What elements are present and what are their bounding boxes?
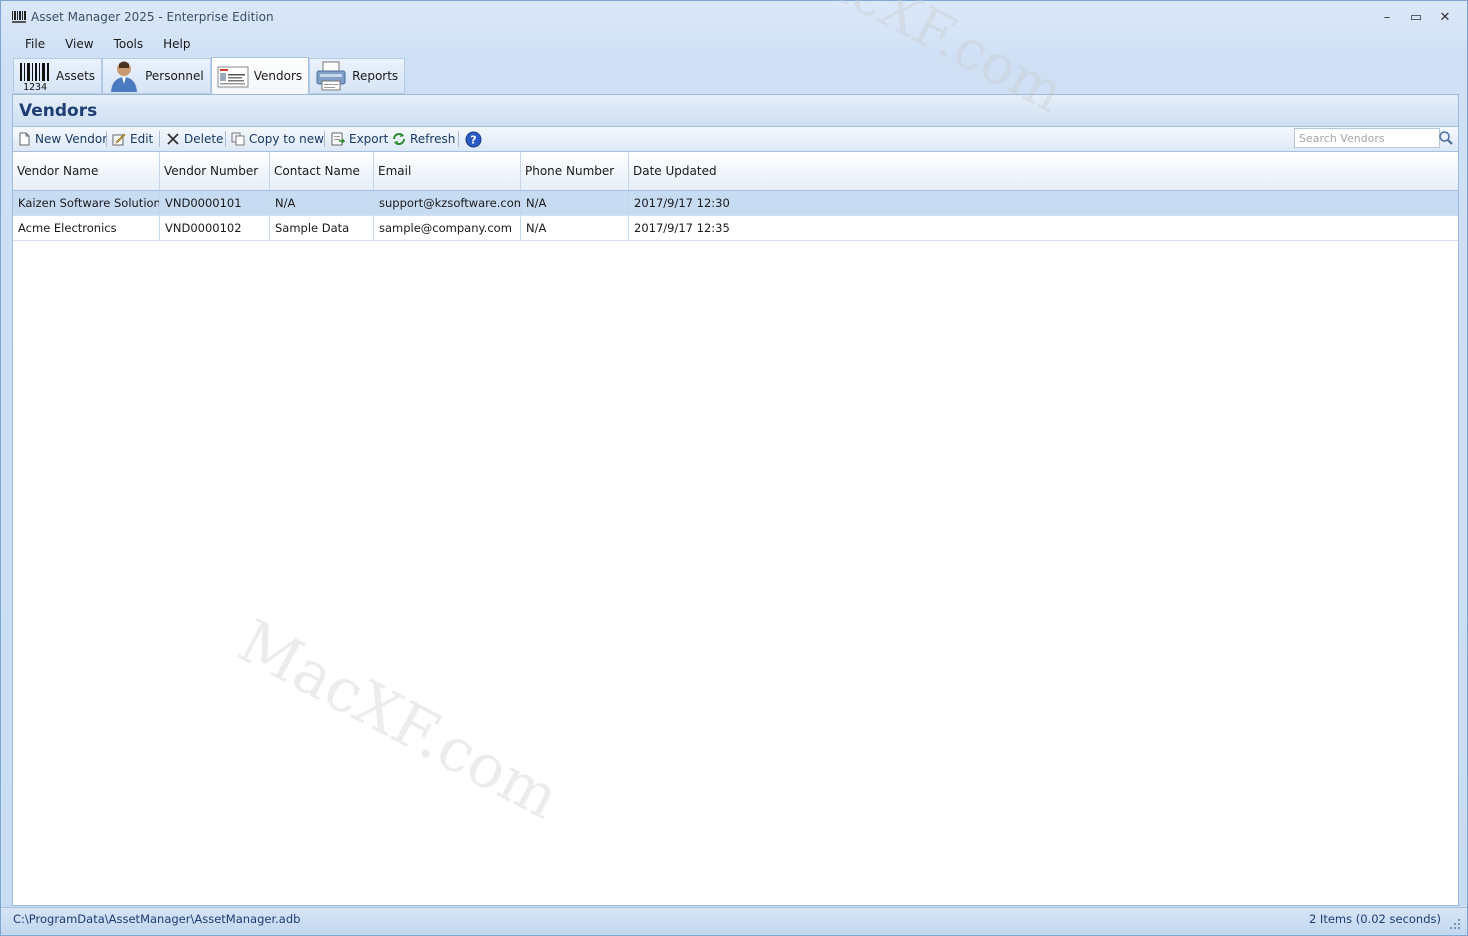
toolbar-divider xyxy=(159,131,160,147)
copy-icon xyxy=(231,132,245,146)
item-count: 2 Items (0.02 seconds) xyxy=(1308,912,1441,926)
cell-vendor-name: Acme Electronics xyxy=(13,216,160,240)
help-icon: ? xyxy=(465,131,482,147)
edit-label: Edit xyxy=(130,132,154,146)
cell-phone-number: N/A xyxy=(521,216,629,240)
column-header-phone-number[interactable]: Phone Number xyxy=(521,152,629,190)
column-header-vendor-name[interactable]: Vendor Name xyxy=(13,152,160,190)
panel-header: Vendors xyxy=(13,95,1458,127)
maximize-button[interactable]: ▭ xyxy=(1402,7,1430,29)
status-bar: C:\ProgramData\AssetManager\AssetManager… xyxy=(1,907,1467,934)
tab-reports[interactable]: Reports xyxy=(309,58,406,94)
barcode-app-icon xyxy=(12,11,26,23)
menu-file[interactable]: File xyxy=(15,35,55,55)
menu-bar: File View Tools Help xyxy=(15,35,201,55)
cell-vendor-number: VND0000102 xyxy=(160,216,270,240)
new-vendor-button[interactable]: New Vendor xyxy=(17,130,107,148)
cell-vendor-number: VND0000101 xyxy=(160,191,270,215)
cell-contact-name: N/A xyxy=(270,191,374,215)
menu-tools[interactable]: Tools xyxy=(104,35,154,55)
refresh-icon xyxy=(393,133,405,145)
refresh-label: Refresh xyxy=(410,132,456,146)
toolbar-divider xyxy=(324,131,325,147)
printer-icon xyxy=(316,61,346,91)
column-header-date-updated[interactable]: Date Updated xyxy=(629,152,1458,190)
tab-reports-label: Reports xyxy=(352,69,399,83)
close-button[interactable]: ✕ xyxy=(1431,7,1459,29)
table-row[interactable]: Kaizen Software Solutions VND0000101 N/A… xyxy=(13,191,1458,216)
toolbar-divider xyxy=(458,131,459,147)
tab-assets-label: Assets xyxy=(56,69,96,83)
tab-personnel-label: Personnel xyxy=(145,69,204,83)
column-header-vendor-number[interactable]: Vendor Number xyxy=(160,152,270,190)
table-row[interactable]: Acme Electronics VND0000102 Sample Data … xyxy=(13,216,1458,241)
cell-vendor-name: Kaizen Software Solutions xyxy=(13,191,160,215)
menu-view[interactable]: View xyxy=(55,35,103,55)
search-icon[interactable] xyxy=(1438,130,1454,146)
menu-help[interactable]: Help xyxy=(153,35,200,55)
vendor-card-icon xyxy=(217,66,249,88)
copy-to-new-label: Copy to new xyxy=(249,132,324,146)
tab-assets[interactable]: 1234 Assets xyxy=(13,58,103,94)
tab-vendors-label: Vendors xyxy=(253,69,303,83)
page-title: Vendors xyxy=(19,101,98,121)
vendors-panel: Vendors New Vendor Edit Delete Copy to n… xyxy=(12,94,1459,906)
tab-personnel[interactable]: Personnel xyxy=(102,58,211,94)
cell-date-updated: 2017/9/17 12:35 xyxy=(634,221,730,235)
new-vendor-label: New Vendor xyxy=(35,132,108,146)
delete-label: Delete xyxy=(184,132,224,146)
minimize-button[interactable]: – xyxy=(1373,7,1401,29)
search-vendors-input[interactable] xyxy=(1294,128,1440,148)
cell-email: support@kzsoftware.com xyxy=(374,191,521,215)
module-tabs: 1234 Assets Personnel Vendors Reports xyxy=(13,57,406,95)
help-button[interactable]: ? xyxy=(465,130,486,148)
column-header-email[interactable]: Email xyxy=(374,152,521,190)
watermark: MacXF.com xyxy=(227,606,571,834)
help-glyph: ? xyxy=(470,133,476,146)
delete-button[interactable]: Delete xyxy=(166,130,223,148)
barcode-icon: 1234 xyxy=(20,63,49,92)
barcode-number: 1234 xyxy=(23,82,47,92)
edit-icon xyxy=(112,133,126,146)
cell-contact-name: Sample Data xyxy=(270,216,374,240)
cell-date-updated: 2017/9/17 12:30 xyxy=(634,196,730,210)
person-icon xyxy=(111,61,138,92)
new-document-icon xyxy=(19,132,30,146)
table-header: Vendor Name Vendor Number Contact Name E… xyxy=(13,152,1458,191)
cell-phone-number: N/A xyxy=(521,191,629,215)
vendors-table: Vendor Name Vendor Number Contact Name E… xyxy=(13,152,1458,241)
database-path: C:\ProgramData\AssetManager\AssetManager… xyxy=(13,912,301,926)
resize-grip-icon[interactable] xyxy=(1449,918,1461,930)
column-header-contact-name[interactable]: Contact Name xyxy=(270,152,374,190)
window-title: Asset Manager 2025 - Enterprise Edition xyxy=(31,10,274,24)
toolbar-divider xyxy=(106,131,107,147)
title-bar[interactable]: Asset Manager 2025 - Enterprise Edition … xyxy=(1,1,1467,33)
edit-button[interactable]: Edit xyxy=(112,130,153,148)
export-icon xyxy=(331,132,345,146)
toolbar-divider xyxy=(225,131,226,147)
export-button[interactable]: Export xyxy=(331,130,388,148)
export-label: Export xyxy=(349,132,389,146)
toolbar: New Vendor Edit Delete Copy to new Expor… xyxy=(13,127,1458,152)
cell-email: sample@company.com xyxy=(374,216,521,240)
refresh-button[interactable]: Refresh xyxy=(392,130,455,148)
app-window: Asset Manager 2025 - Enterprise Edition … xyxy=(0,0,1468,936)
copy-to-new-button[interactable]: Copy to new xyxy=(231,130,324,148)
delete-x-icon xyxy=(167,133,179,145)
tab-vendors[interactable]: Vendors xyxy=(210,57,310,95)
